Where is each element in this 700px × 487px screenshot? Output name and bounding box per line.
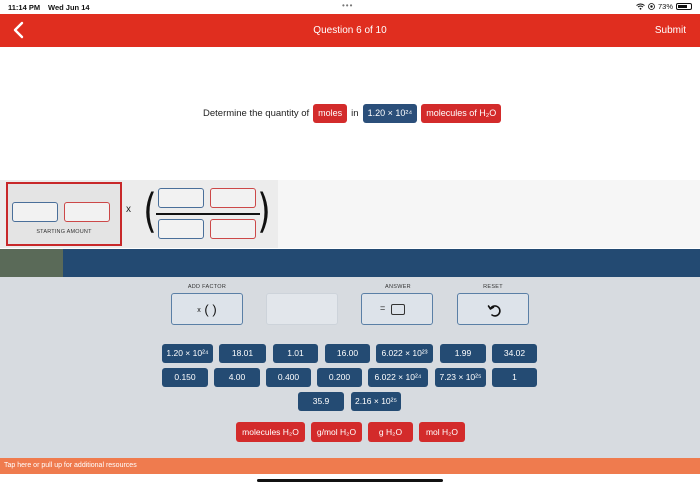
add-factor-symbol: ( ) — [204, 302, 217, 317]
given-value-chip: 1.20 × 10²⁴ — [362, 103, 418, 123]
reset-button[interactable] — [457, 293, 529, 325]
number-tile[interactable]: 1 — [492, 368, 537, 387]
question-text: Determine the quantity of — [203, 107, 310, 119]
unit-tile[interactable]: g/mol H₂O — [311, 422, 362, 442]
answer-button[interactable]: = — [361, 293, 433, 325]
unit-tile[interactable]: mol H₂O — [419, 422, 465, 442]
number-tile[interactable]: 6.022 × 10²⁴ — [368, 368, 428, 387]
starting-unit-slot[interactable] — [64, 202, 110, 222]
answer-label: ANSWER — [385, 284, 411, 290]
date: Wed Jun 14 — [48, 3, 90, 12]
multitask-dots-icon[interactable]: ••• — [342, 1, 353, 10]
starting-amount-label: STARTING AMOUNT — [36, 229, 92, 235]
unit-tile[interactable]: molecules H₂O — [236, 422, 305, 442]
number-tile[interactable]: 1.20 × 10²⁴ — [162, 344, 213, 363]
workspace-blank-area — [278, 180, 700, 248]
status-indicators: 73% — [636, 2, 692, 11]
right-parenthesis: ) — [257, 184, 271, 238]
clock: 11:14 PM — [8, 3, 41, 12]
battery-icon — [676, 3, 692, 10]
add-factor-prefix: x — [197, 307, 201, 315]
left-parenthesis: ( — [143, 184, 157, 238]
denominator-unit-slot[interactable] — [210, 219, 256, 239]
number-tile[interactable]: 35.9 — [298, 392, 344, 411]
wifi-icon — [636, 3, 645, 10]
number-tile[interactable]: 34.02 — [492, 344, 537, 363]
status-bar: 11:14 PM Wed Jun 14 ••• 73% — [0, 0, 700, 14]
progress-bar — [0, 249, 700, 277]
number-tile[interactable]: 18.01 — [219, 344, 266, 363]
starting-value-slot[interactable] — [12, 202, 58, 222]
blank-control-button — [266, 293, 338, 325]
reset-label: RESET — [483, 284, 503, 290]
target-unit-chip: moles — [313, 103, 348, 123]
number-tile[interactable]: 4.00 — [214, 368, 260, 387]
number-tile[interactable]: 1.01 — [273, 344, 318, 363]
home-indicator[interactable] — [257, 479, 443, 482]
numerator-value-slot[interactable] — [158, 188, 204, 208]
workspace: STARTING AMOUNT — [0, 180, 700, 248]
question-prompt: Determine the quantity of moles in 1.20 … — [203, 103, 502, 123]
number-tile[interactable]: 16.00 — [325, 344, 370, 363]
answer-box-icon — [391, 304, 405, 315]
add-factor-label: ADD FACTOR — [187, 284, 227, 290]
multiply-sign: x — [126, 204, 131, 215]
location-icon — [648, 3, 655, 10]
denominator-value-slot[interactable] — [158, 219, 204, 239]
number-tile[interactable]: 7.23 × 10²⁵ — [435, 368, 486, 387]
answer-equals: = — [380, 303, 386, 313]
submit-button[interactable]: Submit — [655, 25, 686, 36]
number-tile[interactable]: 1.99 — [440, 344, 486, 363]
starting-amount-box[interactable]: STARTING AMOUNT — [6, 182, 122, 246]
battery-percent: 73% — [657, 2, 673, 11]
question-counter: Question 6 of 10 — [313, 25, 387, 36]
reset-icon — [487, 305, 501, 317]
number-tile[interactable]: 0.200 — [317, 368, 362, 387]
fraction-bar — [156, 213, 260, 215]
resources-bar[interactable]: Tap here or pull up for additional resou… — [0, 458, 700, 474]
number-tile[interactable]: 0.150 — [162, 368, 208, 387]
add-factor-button[interactable]: x ( ) — [171, 293, 243, 325]
number-tile[interactable]: 2.16 × 10²⁵ — [351, 392, 401, 411]
numerator-unit-slot[interactable] — [210, 188, 256, 208]
unit-tile[interactable]: g H₂O — [368, 422, 413, 442]
given-unit-chip: molecules of H₂O — [421, 103, 502, 123]
progress-fill — [0, 249, 63, 277]
question-connector: in — [351, 107, 359, 119]
number-tile[interactable]: 6.022 × 10²³ — [376, 344, 433, 363]
number-tile[interactable]: 0.400 — [266, 368, 311, 387]
header-bar: Question 6 of 10 Submit — [0, 14, 700, 47]
